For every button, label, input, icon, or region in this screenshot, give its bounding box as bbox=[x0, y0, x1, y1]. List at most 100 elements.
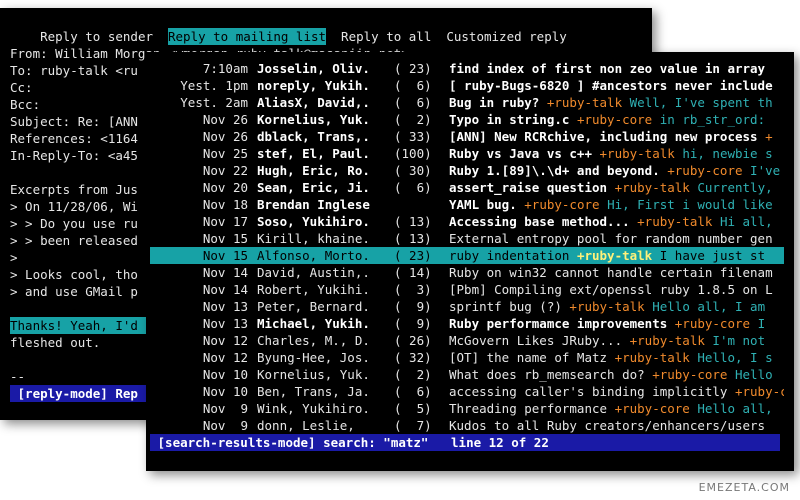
header-cc: Cc: bbox=[10, 80, 33, 95]
thread-participants: Kornelius, Yuk. bbox=[257, 112, 370, 127]
menu-reply-to-all[interactable]: Reply to all bbox=[341, 28, 431, 45]
thread-participants: noreply, Yukih. bbox=[257, 78, 370, 93]
thread-label: +ruby-talk bbox=[576, 248, 653, 263]
thread-subject-cell: accessing caller's binding implicitly +r… bbox=[449, 383, 784, 400]
thread-label: +ruby-core bbox=[652, 367, 728, 382]
thread-row[interactable]: Nov 15 Kirill, khaine. ( 13) External entro… bbox=[150, 230, 784, 247]
quote-line: > and use GMail p bbox=[10, 284, 138, 299]
thread-subject: What does rb_memsearch do? bbox=[449, 367, 645, 382]
thread-subject: [OT] the name of Matz bbox=[449, 350, 608, 365]
thread-row[interactable]: Nov 25 stef, El, Paul. (100) Ruby vs Java v… bbox=[150, 145, 784, 162]
thread-date: Nov 26 bbox=[202, 129, 248, 144]
thread-participants: Kirill, khaine. bbox=[257, 231, 370, 246]
thread-date: Nov 12 bbox=[202, 333, 248, 348]
thread-subject-cell: Bug in ruby? +ruby-talk Well, I've spent… bbox=[449, 94, 784, 111]
thread-subject-cell: Ruby performamce improvements +ruby-core… bbox=[449, 315, 784, 332]
menu-customized-reply[interactable]: Customized reply bbox=[446, 28, 566, 45]
thread-snippet: Hello bbox=[735, 367, 773, 382]
thread-subject: External entropy pool for random number … bbox=[449, 231, 773, 246]
thread-date: Nov 13 bbox=[202, 316, 248, 331]
thread-snippet: I'm not bbox=[712, 333, 766, 348]
thread-subject-cell: Ruby vs Java vs c++ +ruby-talk hi, newbi… bbox=[449, 145, 784, 162]
thread-participants: stef, El, Paul. bbox=[257, 146, 370, 161]
quote-line: > bbox=[10, 250, 18, 265]
thread-row[interactable]: Nov 17 Soso, Yukihiro. ( 13) Accessing base… bbox=[150, 213, 784, 230]
thread-participants: Wink, Yukihiro. bbox=[257, 401, 370, 416]
thread-row-selected[interactable]: Nov 15 Alfonso, Morto. ( 23) ruby indentati… bbox=[150, 247, 784, 264]
thread-date: Nov 18 bbox=[202, 197, 248, 212]
thread-subject: Typo in string.c bbox=[449, 112, 570, 127]
quote-line: > > Do you use ru bbox=[10, 216, 138, 231]
reply-menu: Reply to sender Reply to mailing list Repl… bbox=[10, 11, 582, 45]
thread-row[interactable]: 7:10am Josselin, Oliv. ( 23) find index of … bbox=[150, 60, 784, 77]
thread-message-count: ( 6) bbox=[394, 95, 432, 110]
thread-subject: Ruby performamce improvements bbox=[449, 316, 668, 331]
thread-label: +ruby-talk bbox=[614, 350, 690, 365]
thread-subject-cell: YAML bug. +ruby-core Hi, First i would l… bbox=[449, 196, 784, 213]
thread-participants: David, Austin,. bbox=[257, 265, 370, 280]
thread-row[interactable]: Nov 14 David, Austin,. ( 14) Ruby on win32 … bbox=[150, 264, 784, 281]
thread-list: 7:10am Josselin, Oliv. ( 23) find index of … bbox=[150, 60, 784, 434]
thread-row[interactable]: Nov 9 donn, Leslie, ( 7) Kudos to all Ruby … bbox=[150, 417, 784, 434]
thread-row[interactable]: Nov 10 Ben, Trans, Ja. ( 6) accessing calle… bbox=[150, 383, 784, 400]
thread-row[interactable]: Nov 12 Charles, M., D. ( 26) McGovern Likes… bbox=[150, 332, 784, 349]
thread-subject-cell: [ANN] New RCRchive, including new proces… bbox=[449, 128, 784, 145]
header-bcc: Bcc: bbox=[10, 97, 41, 112]
thread-participants: Alfonso, Morto. bbox=[257, 248, 370, 263]
thread-subject: Kudos to all Ruby creators/enhancers/use… bbox=[449, 418, 766, 433]
thread-participants: Brendan Inglese bbox=[257, 197, 370, 212]
thread-participants: Peter, Bernard. bbox=[257, 299, 370, 314]
thread-subject-cell: [Pbm] Compiling ext/openssl ruby 1.8.5 o… bbox=[449, 281, 784, 298]
menu-reply-to-sender[interactable]: Reply to sender bbox=[40, 28, 153, 45]
thread-participants: Hugh, Eric, Ro. bbox=[257, 163, 370, 178]
thread-row[interactable]: Nov 13 Peter, Bernard. ( 9) sprintf bug (?)… bbox=[150, 298, 784, 315]
thread-row[interactable]: Nov 12 Byung-Hee, Jos. ( 32) [OT] the name … bbox=[150, 349, 784, 366]
thread-row[interactable]: Yest. 2am AliasX, David,. ( 6) Bug in ruby?… bbox=[150, 94, 784, 111]
thread-row[interactable]: Nov 26 dblack, Trans,. ( 33) [ANN] New RCRc… bbox=[150, 128, 784, 145]
thread-subject: ruby indentation bbox=[449, 248, 570, 263]
thread-message-count: ( 9) bbox=[394, 299, 432, 314]
thread-subject: accessing caller's binding implicitly bbox=[449, 384, 728, 399]
thread-date: Nov 10 bbox=[202, 384, 248, 399]
thread-subject: YAML bug. bbox=[449, 197, 517, 212]
thread-message-count: ( 9) bbox=[394, 316, 432, 331]
thread-snippet: hi, newbie s bbox=[682, 146, 773, 161]
thread-date: Nov 12 bbox=[202, 350, 248, 365]
thread-date: Nov 15 bbox=[202, 231, 248, 246]
thread-date: Nov 15 bbox=[202, 248, 248, 263]
thread-subject: find index of first non zeo value in arr… bbox=[449, 61, 766, 76]
cursor-line[interactable]: Thanks! Yeah, I'd bbox=[10, 317, 150, 334]
thread-message-count: ( 33) bbox=[394, 129, 432, 144]
thread-date: Nov 14 bbox=[202, 282, 248, 297]
thread-row[interactable]: Nov 26 Kornelius, Yuk. ( 2) Typo in string.… bbox=[150, 111, 784, 128]
thread-snippet: Hello all, bbox=[697, 401, 773, 416]
thread-date: Nov 26 bbox=[202, 112, 248, 127]
thread-row[interactable]: Nov 9 Wink, Yukihiro. ( 5) Threading perfor… bbox=[150, 400, 784, 417]
thread-message-count: ( 2) bbox=[394, 367, 432, 382]
menu-reply-to-mailing-list[interactable]: Reply to mailing list bbox=[168, 28, 327, 45]
thread-participants: Josselin, Oliv. bbox=[257, 61, 370, 76]
thread-subject-cell: Ruby 1.[89]\.\d+ and beyond. +ruby-core … bbox=[449, 162, 784, 179]
thread-label: +ruby-core bbox=[734, 384, 784, 399]
thread-row[interactable]: Nov 22 Hugh, Eric, Ro. ( 30) Ruby 1.[89]\.\… bbox=[150, 162, 784, 179]
thread-row[interactable]: Nov 20 Sean, Eric, Ji. ( 6) assert_raise qu… bbox=[150, 179, 784, 196]
header-references: References: <1164 bbox=[10, 131, 138, 146]
thread-row[interactable]: Nov 10 Kornelius, Yuk. ( 2) What does rb_me… bbox=[150, 366, 784, 383]
thread-row[interactable]: Nov 14 Robert, Yukihi. ( 3) [Pbm] Compiling… bbox=[150, 281, 784, 298]
thread-subject: sprintf bug (?) bbox=[449, 299, 562, 314]
thread-subject-cell: sprintf bug (?) +ruby-talk Hello all, I … bbox=[449, 298, 784, 315]
thread-snippet: Well, I've spent th bbox=[629, 95, 773, 110]
thread-row[interactable]: Nov 13 Michael, Yukih. ( 9) Ruby performamc… bbox=[150, 315, 784, 332]
thread-subject: Bug in ruby? bbox=[449, 95, 540, 110]
reply-status-bar: [reply-mode] Rep bbox=[10, 385, 150, 402]
thread-label: +ruby-talk bbox=[637, 214, 713, 229]
thread-row[interactable]: Nov 18 Brendan Inglese YAML bug. +ruby-cor… bbox=[150, 196, 784, 213]
thread-row[interactable]: Yest. 1pm noreply, Yukih. ( 6) [ ruby-Bugs-… bbox=[150, 77, 784, 94]
thread-subject: Threading performance bbox=[449, 401, 608, 416]
thread-snippet: I've bbox=[750, 163, 781, 178]
thread-participants: Ben, Trans, Ja. bbox=[257, 384, 370, 399]
thread-date: Nov 9 bbox=[202, 401, 248, 416]
thread-message-count: ( 23) bbox=[394, 248, 432, 263]
thread-label: +ruby-core bbox=[576, 112, 653, 127]
thread-label: +ruby-talk bbox=[629, 333, 705, 348]
